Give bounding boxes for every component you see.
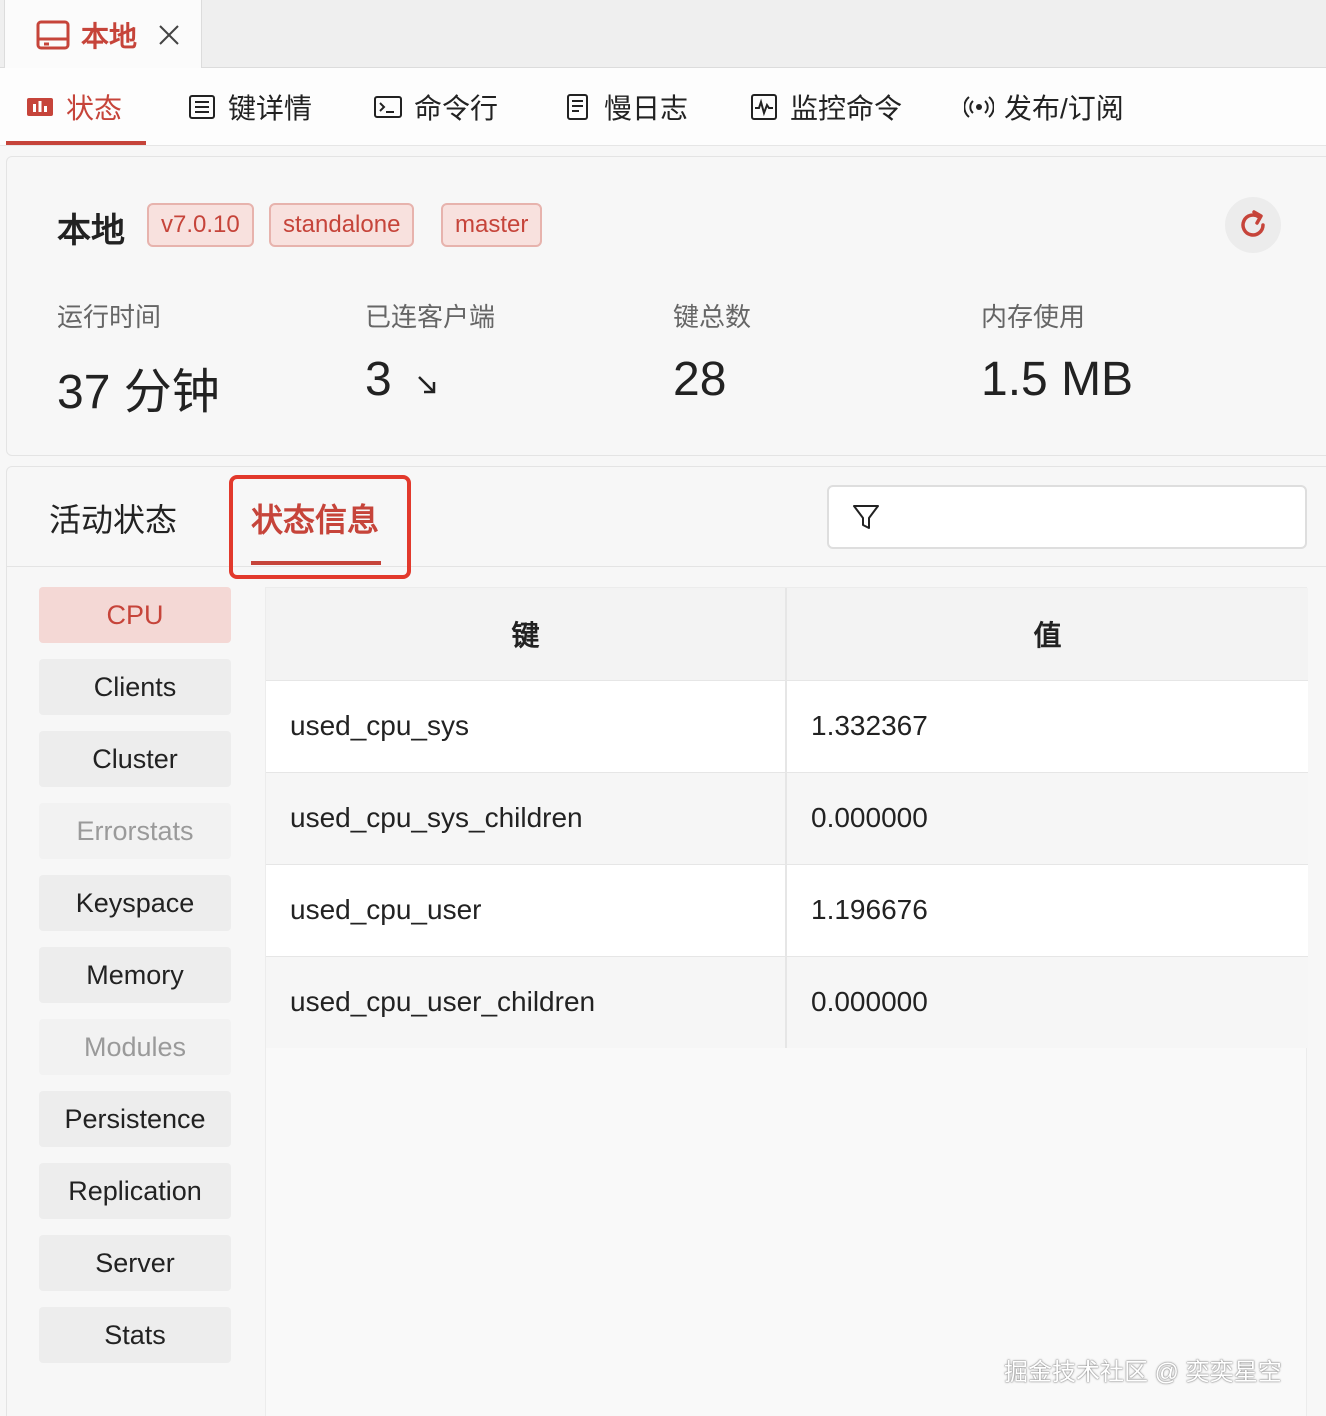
stat-keys: 键总数 28 bbox=[673, 297, 751, 407]
nav-slow-log[interactable]: 慢日志 bbox=[564, 68, 688, 146]
section-button-memory[interactable]: Memory bbox=[39, 947, 231, 1003]
connection-tab-title: 本地 bbox=[81, 20, 138, 52]
table-row[interactable]: used_cpu_sys 1.332367 bbox=[266, 680, 1308, 773]
stat-memory: 内存使用 1.5 MB bbox=[981, 297, 1133, 407]
column-header-key[interactable]: 键 bbox=[266, 588, 787, 681]
cell-value: 1.196676 bbox=[786, 864, 1308, 957]
nav-command-line[interactable]: 命令行 bbox=[374, 68, 498, 146]
filter-input[interactable] bbox=[893, 487, 1305, 547]
section-button-cluster[interactable]: Cluster bbox=[39, 731, 231, 787]
close-icon[interactable] bbox=[157, 23, 181, 47]
column-header-value[interactable]: 值 bbox=[786, 588, 1308, 681]
list-icon bbox=[188, 93, 216, 121]
status-panel: 活动状态 状态信息 CPU Clients Cluster Errorstats Key… bbox=[6, 466, 1326, 1416]
role-badge: master bbox=[441, 203, 543, 247]
section-button-keyspace[interactable]: Keyspace bbox=[39, 875, 231, 931]
section-button-modules: Modules bbox=[39, 1019, 231, 1075]
nav-label: 发布/订阅 bbox=[1004, 93, 1124, 124]
table-row[interactable]: used_cpu_user 1.196676 bbox=[266, 864, 1308, 957]
pulse-icon bbox=[750, 93, 778, 121]
version-badge: v7.0.10 bbox=[147, 203, 254, 247]
refresh-button[interactable] bbox=[1225, 197, 1281, 253]
nav-label: 慢日志 bbox=[604, 93, 689, 124]
log-icon bbox=[564, 93, 592, 121]
nav-label: 监控命令 bbox=[790, 93, 903, 124]
nav-monitor[interactable]: 监控命令 bbox=[750, 68, 902, 146]
info-table-container: 键 值 used_cpu_sys 1.332367 used_cpu_sys_chi… bbox=[265, 587, 1308, 1416]
stat-value: 28 bbox=[673, 353, 727, 406]
section-button-persistence[interactable]: Persistence bbox=[39, 1091, 231, 1147]
filter-field[interactable] bbox=[827, 485, 1307, 549]
info-table: 键 值 used_cpu_sys 1.332367 used_cpu_sys_chi… bbox=[266, 588, 1308, 1048]
server-name: 本地 bbox=[57, 212, 125, 250]
nav-active-indicator bbox=[6, 141, 146, 145]
table-row[interactable]: used_cpu_user_children 0.000000 bbox=[266, 956, 1308, 1048]
page-nav: 状态 键详情 命令行 慢日志 监控命令 发布/订阅 bbox=[0, 68, 1326, 146]
section-button-errorstats: Errorstats bbox=[39, 803, 231, 859]
server-icon bbox=[35, 17, 71, 53]
section-button-server[interactable]: Server bbox=[39, 1235, 231, 1291]
stat-label: 已连客户端 bbox=[365, 302, 496, 332]
nav-pubsub[interactable]: 发布/订阅 bbox=[964, 68, 1124, 146]
tab-active-indicator bbox=[251, 561, 381, 565]
section-button-cpu[interactable]: CPU bbox=[39, 587, 231, 643]
refresh-icon bbox=[1235, 207, 1271, 243]
bar-chart-icon bbox=[26, 93, 54, 121]
section-button-stats[interactable]: Stats bbox=[39, 1307, 231, 1363]
cell-value: 0.000000 bbox=[786, 772, 1308, 865]
filter-icon bbox=[851, 502, 881, 532]
nav-label: 键详情 bbox=[228, 93, 313, 124]
table-row[interactable]: used_cpu_sys_children 0.000000 bbox=[266, 772, 1308, 865]
cell-key: used_cpu_sys bbox=[266, 680, 787, 773]
nav-key-details[interactable]: 键详情 bbox=[188, 68, 312, 146]
stat-label: 键总数 bbox=[673, 302, 752, 332]
connection-tab[interactable]: 本地 bbox=[4, 0, 202, 69]
connection-tab-strip: 本地 bbox=[0, 0, 1326, 69]
broadcast-icon bbox=[964, 93, 994, 121]
mode-badge: standalone bbox=[269, 203, 415, 247]
section-button-clients[interactable]: Clients bbox=[39, 659, 231, 715]
cell-key: used_cpu_sys_children bbox=[266, 772, 787, 865]
cell-value: 0.000000 bbox=[786, 956, 1308, 1048]
terminal-icon bbox=[374, 93, 402, 121]
section-button-replication[interactable]: Replication bbox=[39, 1163, 231, 1219]
stat-uptime: 运行时间 37 分钟 bbox=[57, 297, 220, 422]
trend-down-icon bbox=[414, 372, 440, 398]
table-header-row: 键 值 bbox=[266, 588, 1308, 681]
stat-value: 1.5 MB bbox=[981, 353, 1134, 406]
watermark: 掘金技术社区 @ 奕奕星空 bbox=[1004, 1359, 1282, 1386]
nav-status[interactable]: 状态 bbox=[26, 68, 122, 146]
server-info-card: 本地 v7.0.10 standalone master 运行时间 37 分钟 … bbox=[6, 156, 1326, 456]
stat-clients: 已连客户端 3 bbox=[365, 297, 495, 407]
section-list: CPU Clients Cluster Errorstats Keyspace Memor… bbox=[39, 587, 231, 1379]
cell-key: used_cpu_user_children bbox=[266, 956, 787, 1048]
stat-value: 37 分钟 bbox=[57, 366, 220, 419]
cell-key: used_cpu_user bbox=[266, 864, 787, 957]
stat-label: 运行时间 bbox=[57, 302, 162, 332]
tab-status-info[interactable]: 状态信息 bbox=[251, 495, 379, 541]
tab-activity[interactable]: 活动状态 bbox=[49, 495, 177, 541]
stat-label: 内存使用 bbox=[981, 302, 1086, 332]
nav-label: 命令行 bbox=[414, 93, 499, 124]
stat-value: 3 bbox=[365, 352, 495, 407]
nav-label: 状态 bbox=[66, 93, 123, 124]
panel-tabs: 活动状态 状态信息 bbox=[7, 467, 1326, 579]
cell-value: 1.332367 bbox=[786, 680, 1308, 773]
